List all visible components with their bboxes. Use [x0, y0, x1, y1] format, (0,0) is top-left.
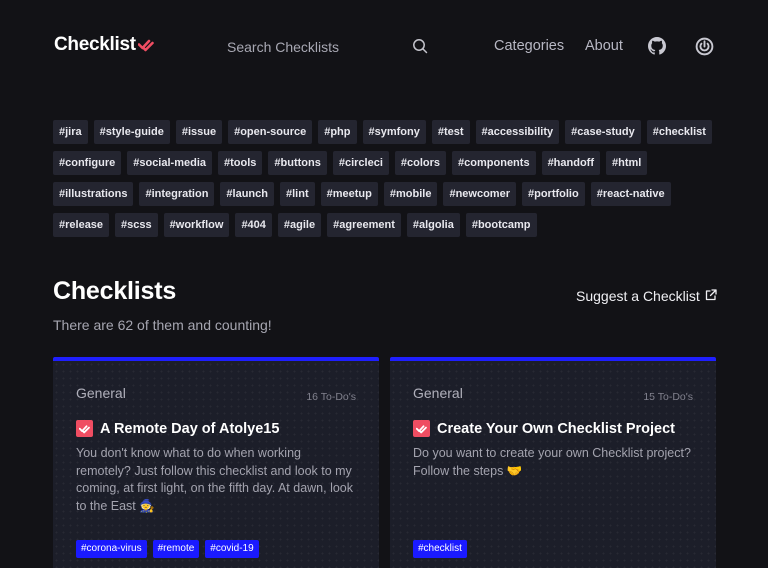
tag-link[interactable]: #open-source [228, 120, 313, 144]
card-tags: #checklist [413, 540, 467, 558]
card-description: Do you want to create your own Checklist… [413, 446, 691, 478]
power-icon[interactable] [695, 37, 714, 56]
tag-link[interactable]: #bootcamp [465, 213, 537, 237]
tag-link[interactable]: #illustrations [53, 182, 134, 206]
logo-text: Checklist [54, 34, 136, 55]
tag-link[interactable]: #test [431, 120, 470, 144]
external-link-icon [705, 288, 717, 304]
tag-link[interactable]: #circleci [332, 151, 389, 175]
tag-link[interactable]: #mobile [383, 182, 438, 206]
section-subtitle: There are 62 of them and counting! [53, 317, 272, 333]
tag-link[interactable]: #configure [53, 151, 122, 175]
tag-link[interactable]: #algolia [406, 213, 460, 237]
tag-link[interactable]: #404 [235, 213, 272, 237]
tag-link[interactable]: #style-guide [93, 120, 170, 144]
tag-cloud: #jira #style-guide #issue #open-source #php #… [53, 120, 723, 237]
card-title[interactable]: A Remote Day of Atolye15 [76, 420, 279, 437]
tag-link[interactable]: #scss [115, 213, 158, 237]
suggest-checklist-link[interactable]: Suggest a Checklist [576, 288, 717, 304]
tag-link[interactable]: #jira [53, 120, 88, 144]
card-tag-link[interactable]: #corona-virus [76, 540, 147, 558]
tag-link[interactable]: #meetup [320, 182, 378, 206]
tag-link[interactable]: #workflow [163, 213, 230, 237]
card-title[interactable]: Create Your Own Checklist Project [413, 420, 675, 437]
card-tag-link[interactable]: #covid-19 [205, 540, 259, 558]
card-description: You don't know what to do when working r… [76, 446, 353, 513]
checklist-card[interactable]: General 16 To-Do's A Remote Day of Atoly… [53, 357, 379, 568]
tag-link[interactable]: #tools [218, 151, 263, 175]
tag-link[interactable]: #react-native [590, 182, 671, 206]
tag-link[interactable]: #newcomer [443, 182, 516, 206]
search-icon[interactable] [412, 38, 428, 59]
tag-link[interactable]: #portfolio [521, 182, 585, 206]
tag-link[interactable]: #social-media [127, 151, 212, 175]
section-title: Checklists [53, 277, 177, 305]
tag-link[interactable]: #lint [280, 182, 315, 206]
checklist-icon [76, 420, 93, 437]
card-todo-count: 16 To-Do's [306, 391, 356, 403]
tag-link[interactable]: #integration [139, 182, 215, 206]
tag-link[interactable]: #php [318, 120, 357, 144]
checklist-icon [413, 420, 430, 437]
double-check-icon [137, 38, 154, 52]
tag-link[interactable]: #handoff [541, 151, 601, 175]
checklist-card[interactable]: General 15 To-Do's Create Your Own Check… [390, 357, 716, 568]
tag-link[interactable]: #checklist [646, 120, 712, 144]
tag-link[interactable]: #issue [175, 120, 223, 144]
tag-link[interactable]: #case-study [565, 120, 641, 144]
github-icon[interactable] [648, 37, 666, 55]
search-box [227, 33, 433, 61]
header: Checklist Categories About [0, 0, 768, 94]
suggest-label: Suggest a Checklist [576, 288, 700, 304]
card-todo-count: 15 To-Do's [643, 391, 693, 403]
tag-link[interactable]: #agile [277, 213, 322, 237]
tag-link[interactable]: #symfony [362, 120, 426, 144]
tag-link[interactable]: #release [53, 213, 110, 237]
card-title-text: Create Your Own Checklist Project [437, 420, 675, 437]
tag-link[interactable]: #launch [220, 182, 274, 206]
nav-about-link[interactable]: About [585, 38, 623, 54]
card-tags: #corona-virus #remote #covid-19 [76, 540, 259, 558]
nav-categories-link[interactable]: Categories [494, 38, 564, 54]
logo-link[interactable]: Checklist [54, 34, 154, 56]
tag-link[interactable]: #html [606, 151, 648, 175]
tag-link[interactable]: #accessibility [475, 120, 560, 144]
card-category: General [413, 385, 463, 401]
card-tag-link[interactable]: #remote [152, 540, 200, 558]
tag-link[interactable]: #agreement [327, 213, 401, 237]
card-category: General [76, 385, 126, 401]
card-title-text: A Remote Day of Atolye15 [100, 420, 280, 437]
tag-link[interactable]: #components [452, 151, 536, 175]
search-input[interactable] [227, 39, 407, 55]
card-tag-link[interactable]: #checklist [413, 540, 467, 558]
tag-link[interactable]: #buttons [268, 151, 327, 175]
tag-link[interactable]: #colors [394, 151, 447, 175]
